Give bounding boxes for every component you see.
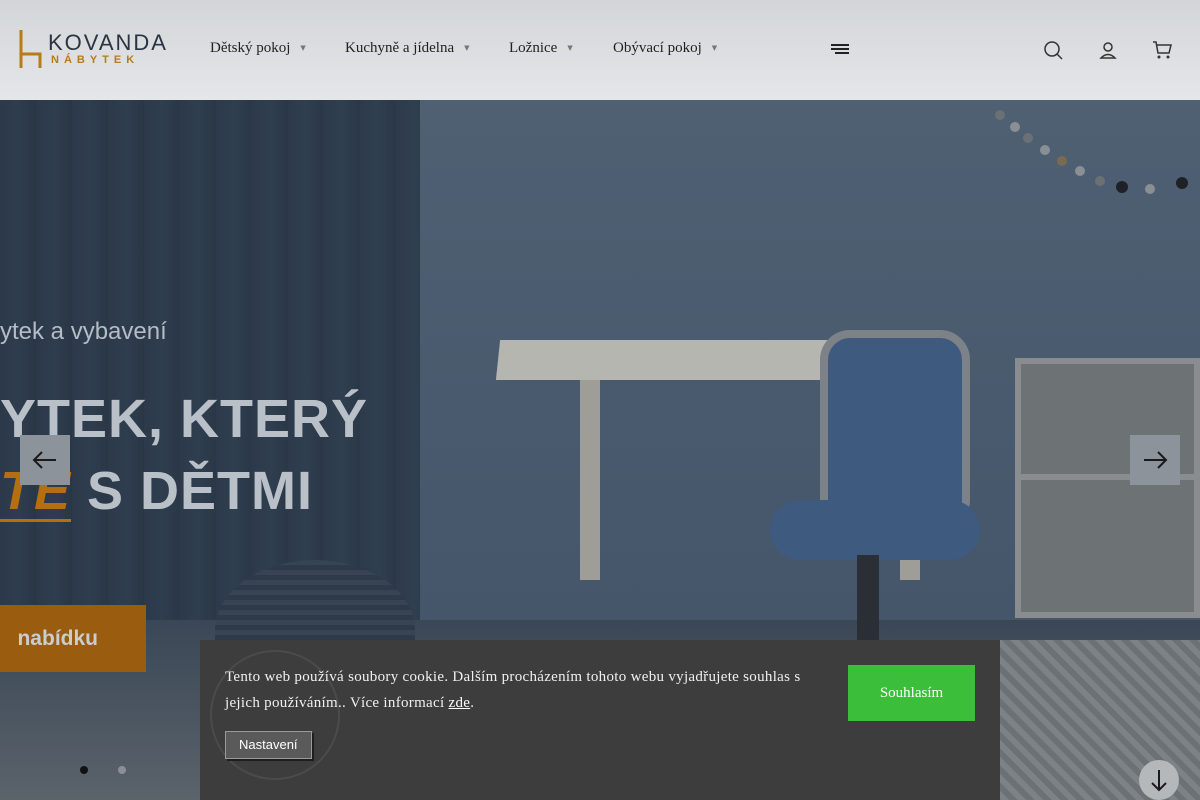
nav-item-detsky-pokoj[interactable]: Dětský pokoj ▼ <box>210 40 306 57</box>
chevron-down-icon: ▼ <box>711 44 718 52</box>
chair-logo-icon <box>19 30 42 68</box>
chevron-down-icon: ▼ <box>567 44 573 52</box>
slider-next-button[interactable] <box>1130 435 1180 485</box>
hero-subtitle: ytek a vybavení <box>0 318 167 345</box>
search-icon[interactable] <box>1042 39 1064 61</box>
arrow-right-icon <box>1144 451 1168 469</box>
cookie-settings-button[interactable]: Nastavení <box>225 731 312 759</box>
kovanda-logo[interactable]: KOVANDA NÁBYTEK <box>18 28 173 70</box>
logo-subtitle: NÁBYTEK <box>51 54 140 66</box>
slider-dot-1[interactable] <box>80 766 88 774</box>
scroll-down-button[interactable] <box>1139 760 1179 800</box>
cookie-message: Tento web používá soubory cookie. Dalším… <box>225 664 805 716</box>
nav-item-obyvaci-pokoj[interactable]: Obývací pokoj ▼ <box>613 40 717 57</box>
nav-item-label: Ložnice <box>509 40 558 56</box>
hero-headline-rest: S DĚTMI <box>71 461 314 521</box>
cookie-accept-button[interactable]: Souhlasím <box>848 665 975 721</box>
slider-prev-button[interactable] <box>20 435 70 485</box>
arrow-left-icon <box>32 451 56 469</box>
chevron-down-icon: ▼ <box>300 44 306 52</box>
nav-item-label: Obývací pokoj <box>613 40 702 56</box>
slider-dot-2[interactable] <box>118 766 126 774</box>
hero-cta-label: nabídku <box>17 626 98 650</box>
user-icon[interactable] <box>1097 39 1119 61</box>
cookie-banner: Tento web používá soubory cookie. Dalším… <box>200 640 1000 800</box>
nav-item-loznice[interactable]: Ložnice ▼ <box>509 40 573 57</box>
chevron-down-icon: ▼ <box>464 44 470 52</box>
hero-bookshelf <box>1015 358 1200 618</box>
hero-desk-leg <box>580 380 600 580</box>
cookie-more-info-link[interactable]: zde <box>449 695 471 711</box>
site-header: KOVANDA NÁBYTEK Dětský pokoj ▼ Kuchyně a … <box>0 0 1200 100</box>
hero-cta-button[interactable]: nabídku <box>0 605 146 672</box>
nav-item-label: Dětský pokoj <box>210 40 291 56</box>
hero-garland <box>995 110 1188 194</box>
arrow-down-icon <box>1151 770 1167 792</box>
logo-name: KOVANDA <box>48 30 168 55</box>
hero-chair-seat <box>770 500 980 560</box>
cart-icon[interactable] <box>1151 39 1173 61</box>
nav-item-kuchyne[interactable]: Kuchyně a jídelna ▼ <box>345 40 470 57</box>
hamburger-icon[interactable] <box>831 44 849 56</box>
cookie-message-end: . <box>470 695 475 711</box>
cookie-message-text: Tento web používá soubory cookie. Dalším… <box>225 669 801 711</box>
nav-item-label: Kuchyně a jídelna <box>345 40 455 56</box>
